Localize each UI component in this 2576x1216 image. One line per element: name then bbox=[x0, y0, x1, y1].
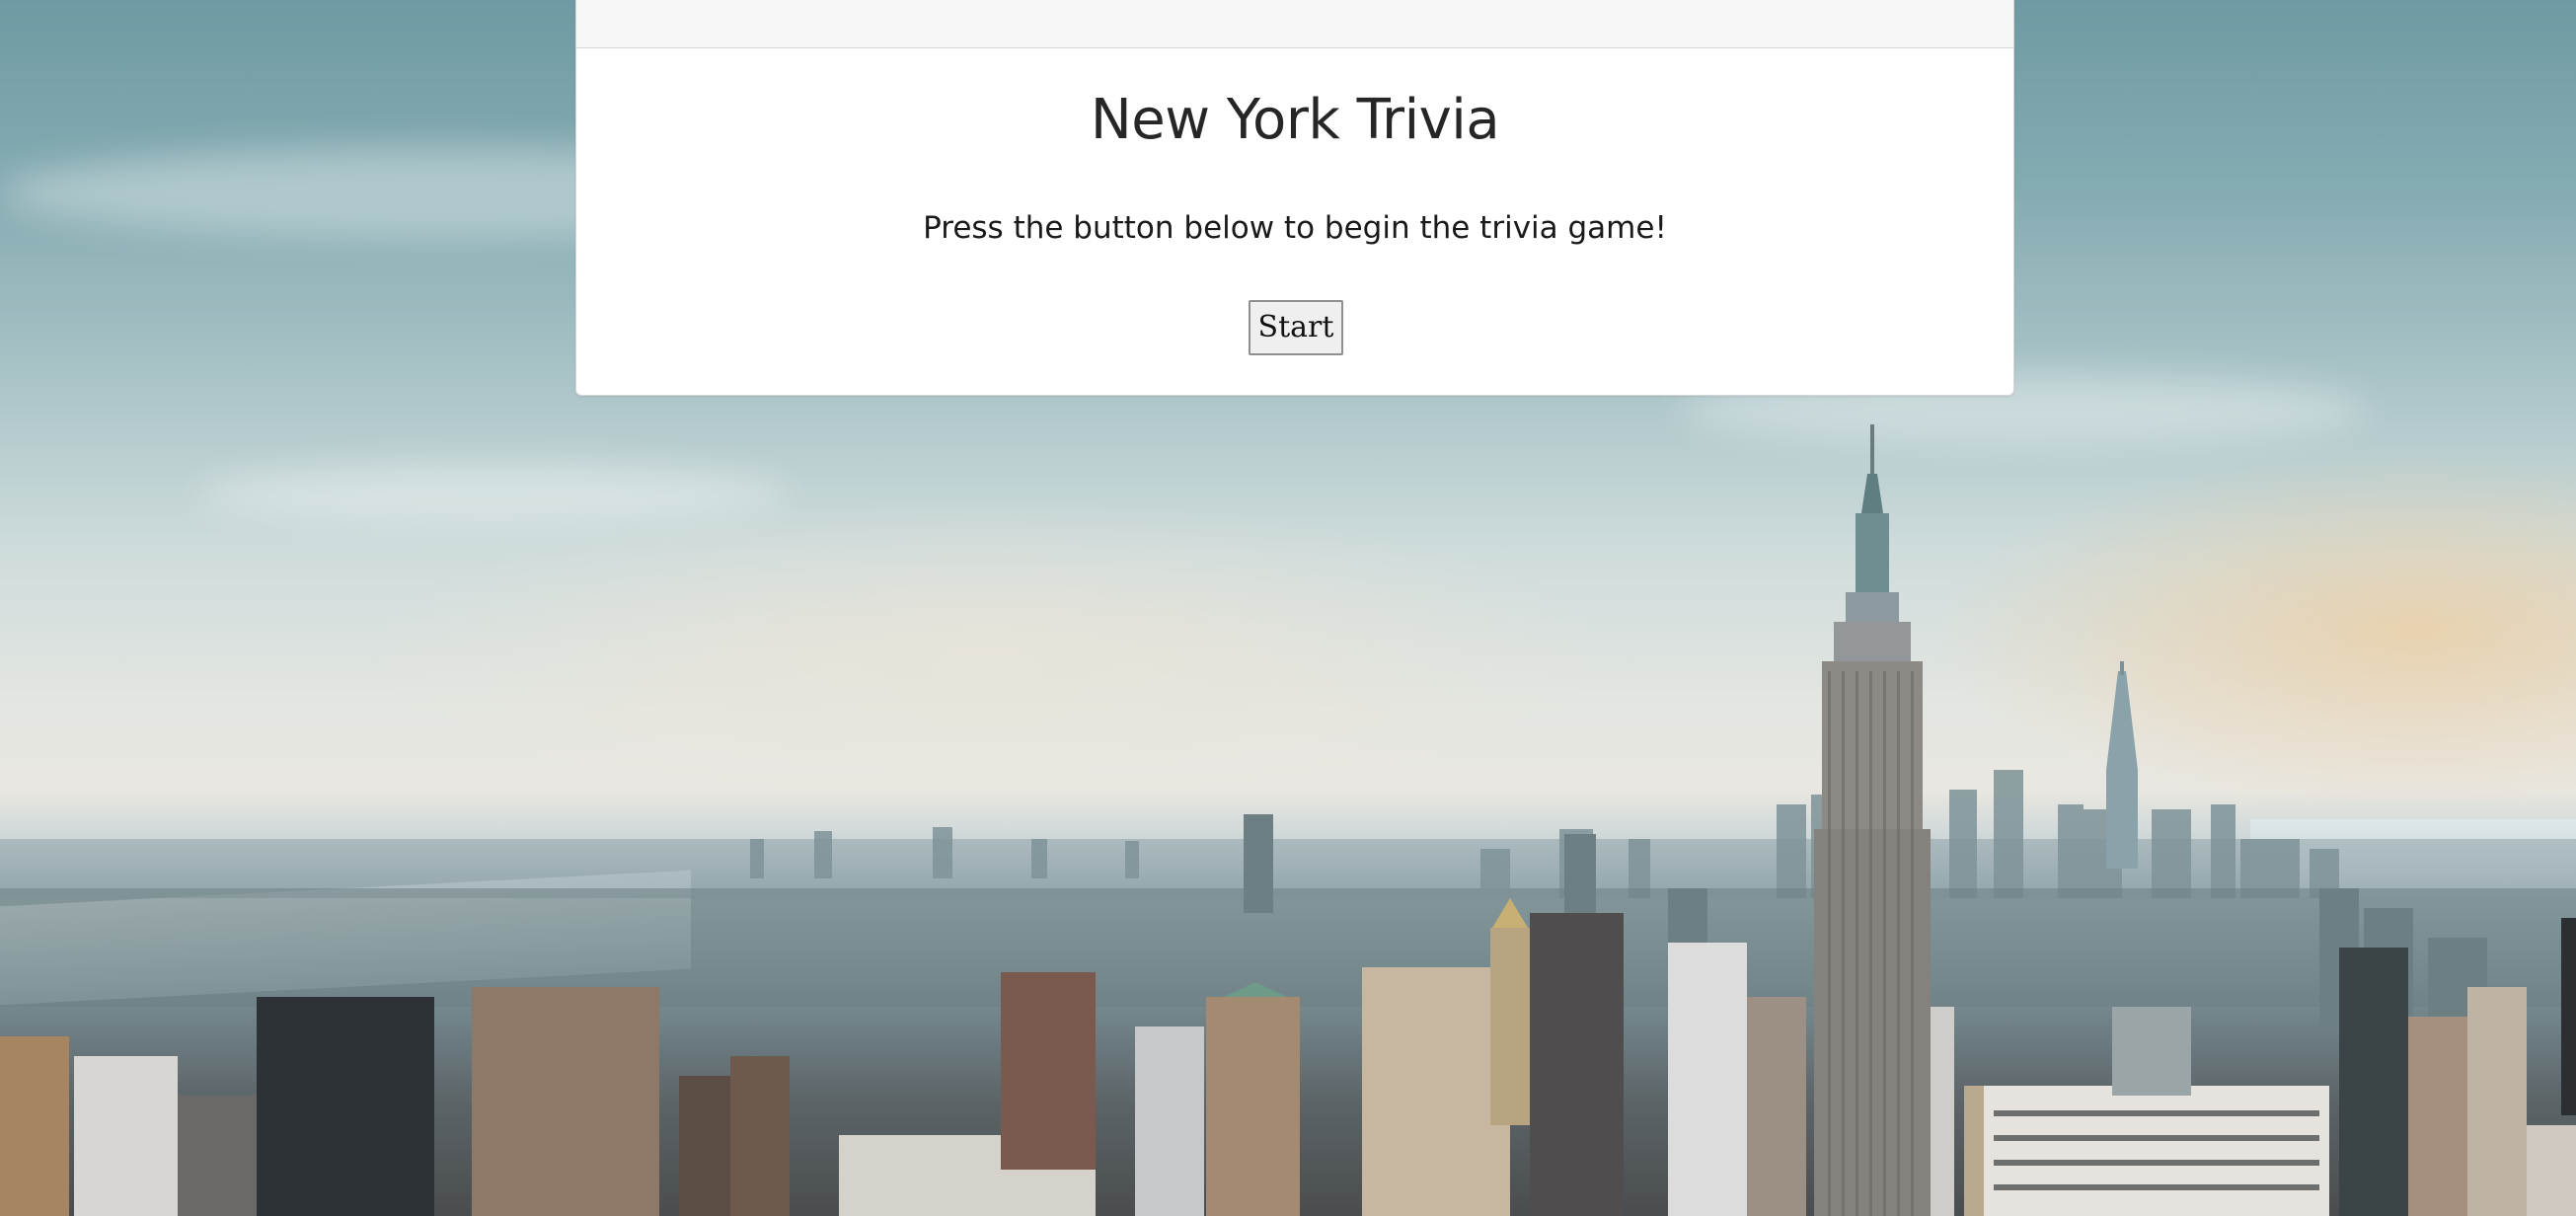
trivia-card: New York Trivia Press the button below t… bbox=[575, 0, 2014, 396]
page-title: New York Trivia bbox=[1090, 88, 1500, 152]
start-button[interactable]: Start bbox=[1249, 300, 1343, 355]
instructions-text: Press the button below to begin the triv… bbox=[923, 210, 1667, 246]
card-header bbox=[576, 0, 2013, 48]
